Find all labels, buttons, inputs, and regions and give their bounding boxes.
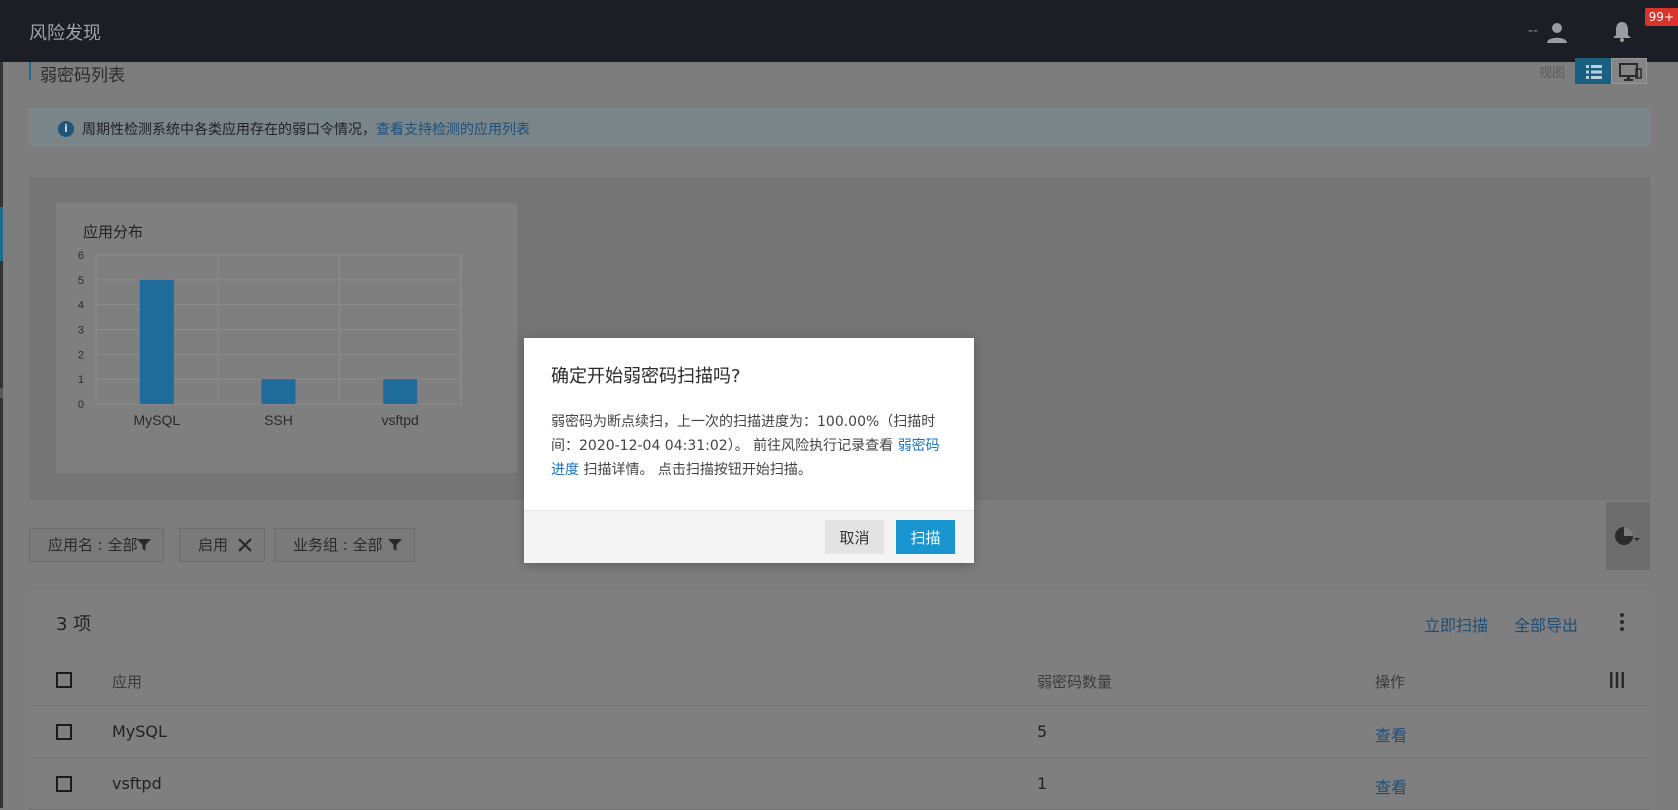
info-text: 周期性检测系统中各类应用存在的弱口令情况，查看支持检测的应用列表 <box>82 119 530 139</box>
pie-chart-icon <box>1615 527 1640 545</box>
page-title-bar: 弱密码列表 视图 <box>29 58 1650 92</box>
dialog-body-text: 弱密码为断点续扫，上一次的扫描进度为：100.00%（扫描时间：2020-12-… <box>551 414 936 454</box>
app-distribution-chart: 应用分布 0 1 2 3 4 5 6 MySQL SSH vsftpd <box>56 203 517 473</box>
column-operations: 操作 <box>1375 673 1406 691</box>
x-tick-label: MySQL <box>133 412 180 428</box>
filter-icon <box>388 539 402 551</box>
cell-weak-count: 1 <box>1037 774 1048 793</box>
filter-business-group[interactable]: 业务组 : 全部 <box>274 528 415 562</box>
chart-toggle-button[interactable] <box>1606 502 1650 570</box>
screen-view-button[interactable] <box>1611 58 1647 84</box>
column-weak-count: 弱密码数量 <box>1037 673 1113 691</box>
top-nav-bar: 风险发现 -- 99+ <box>0 0 1678 62</box>
y-tick-label: 1 <box>78 374 84 386</box>
supported-apps-link[interactable]: 查看支持检测的应用列表 <box>376 122 530 138</box>
filter-label: 应用名 : 全部 <box>48 536 138 554</box>
title-accent <box>29 62 31 80</box>
x-tick-label: vsftpd <box>381 412 418 428</box>
filter-enabled[interactable]: 启用 <box>179 528 265 562</box>
page-title: 弱密码列表 <box>40 66 125 86</box>
close-icon[interactable] <box>238 538 252 552</box>
scan-now-button[interactable]: 立即扫描 <box>1424 612 1488 636</box>
column-settings-icon[interactable] <box>1609 672 1625 688</box>
left-active-marker <box>0 207 3 261</box>
view-link[interactable]: 查看 <box>1375 774 1407 798</box>
filter-label: 启用 <box>198 536 229 554</box>
y-tick-label: 2 <box>78 349 84 361</box>
monitor-icon <box>1619 63 1642 81</box>
row-checkbox[interactable] <box>56 776 72 792</box>
cancel-button[interactable]: 取消 <box>825 520 884 554</box>
dialog-body: 弱密码为断点续扫，上一次的扫描进度为：100.00%（扫描时间：2020-12-… <box>551 410 951 482</box>
y-tick-label: 6 <box>78 250 84 262</box>
dialog-body-text-end: 扫描详情。 点击扫描按钮开始扫描。 <box>579 462 812 478</box>
info-icon: i <box>58 121 74 137</box>
confirm-scan-dialog: 确定开始弱密码扫描吗? 弱密码为断点续扫，上一次的扫描进度为：100.00%（扫… <box>524 338 974 563</box>
bar <box>261 379 296 404</box>
y-tick-label: 5 <box>78 275 84 287</box>
user-name: -- <box>1527 23 1538 39</box>
bell-icon[interactable] <box>1610 19 1634 43</box>
dialog-title: 确定开始弱密码扫描吗? <box>551 366 741 387</box>
filter-label: 业务组 : 全部 <box>293 536 383 554</box>
export-all-button[interactable]: 全部导出 <box>1514 612 1578 636</box>
y-tick-label: 3 <box>78 325 84 337</box>
column-app: 应用 <box>112 673 143 691</box>
cell-app: MySQL <box>112 722 167 741</box>
notification-badge: 99+ <box>1644 8 1678 26</box>
filter-icon <box>137 539 151 551</box>
scan-button[interactable]: 扫描 <box>896 520 955 554</box>
list-view-button[interactable] <box>1575 58 1611 84</box>
left-marker <box>0 388 3 398</box>
select-all-checkbox[interactable] <box>56 672 72 688</box>
info-banner: i 周期性检测系统中各类应用存在的弱口令情况，查看支持检测的应用列表 <box>29 108 1650 146</box>
result-count: 3 项 <box>56 614 92 635</box>
bar-chart: 0 1 2 3 4 5 6 MySQL SSH vsftpd <box>78 250 462 428</box>
x-tick-label: SSH <box>264 412 293 428</box>
more-vertical-icon[interactable] <box>1614 612 1630 632</box>
cell-weak-count: 5 <box>1037 722 1048 741</box>
app-title: 风险发现 <box>29 23 101 44</box>
filter-app-name[interactable]: 应用名 : 全部 <box>29 528 164 562</box>
y-tick-label: 0 <box>78 399 84 411</box>
table-header: 应用 弱密码数量 操作 <box>29 654 1650 706</box>
table-row: MySQL 5 查看 <box>29 706 1650 758</box>
list-icon <box>1586 65 1602 79</box>
bar <box>139 279 174 404</box>
weak-password-table-card: 3 项 立即扫描 全部导出 应用 弱密码数量 操作 MySQL 5 查看 vsf… <box>29 590 1650 810</box>
row-checkbox[interactable] <box>56 724 72 740</box>
table-row: vsftpd 1 查看 <box>29 758 1650 810</box>
view-label: 视图 <box>1539 66 1566 81</box>
left-edge <box>0 62 3 808</box>
user-icon[interactable] <box>1545 20 1569 44</box>
info-message: 周期性检测系统中各类应用存在的弱口令情况， <box>82 122 376 138</box>
y-tick-label: 4 <box>78 300 84 312</box>
view-link[interactable]: 查看 <box>1375 722 1407 746</box>
cell-app: vsftpd <box>112 774 162 793</box>
bar <box>383 379 418 404</box>
